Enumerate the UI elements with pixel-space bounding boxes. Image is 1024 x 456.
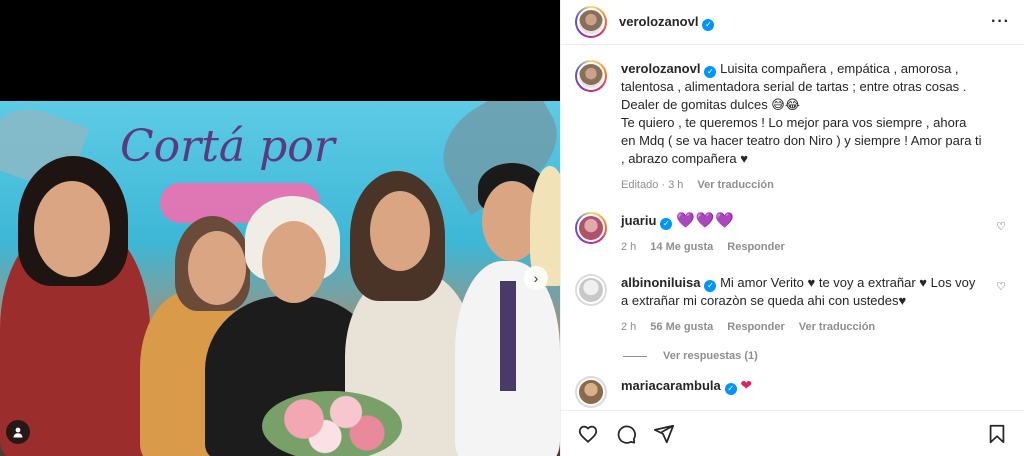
author-avatar[interactable] [575, 60, 607, 92]
comment: albinoniluisa ✓ Mi amor Verito ♥ te voy a… [575, 274, 1010, 336]
bookmark-icon[interactable] [986, 423, 1008, 445]
author-avatar[interactable] [575, 6, 607, 38]
comment-time: 2 h [621, 241, 637, 253]
person-face [370, 191, 430, 271]
view-replies[interactable]: Ver respuestas (1) [623, 350, 1010, 362]
caption: verolozanovl ✓ Luisita compañera , empáti… [575, 60, 1010, 194]
comment-icon[interactable] [615, 423, 637, 445]
translate-link[interactable]: Ver traducción [799, 318, 875, 336]
reply-button[interactable]: Responder [727, 318, 784, 336]
comment-meta: 2 h 14 Me gusta Responder [621, 238, 984, 256]
comment-meta: 2 h 56 Me gusta Responder Ver traducción [621, 318, 984, 336]
commenter-avatar[interactable] [575, 212, 607, 244]
comment-likes[interactable]: 14 Me gusta [650, 238, 713, 256]
author-name-wrap: verolozanovl ✓ [619, 13, 715, 31]
verified-icon: ✓ [704, 66, 717, 78]
translate-link[interactable]: Ver traducción [697, 176, 773, 194]
verified-icon: ✓ [702, 19, 715, 31]
commenter-avatar[interactable] [575, 376, 607, 408]
caption-username[interactable]: verolozanovl [621, 61, 700, 76]
person-face [188, 231, 246, 305]
person-face [262, 221, 326, 303]
tie [500, 281, 516, 391]
caption-meta: Editado · 3 h Ver traducción [621, 176, 984, 194]
comment-username[interactable]: albinoniluisa [621, 275, 700, 290]
post-photo: Cortá por [0, 101, 560, 456]
comment-likes[interactable]: 56 Me gusta [650, 318, 713, 336]
next-icon[interactable]: › [524, 266, 548, 290]
view-replies-label[interactable]: Ver respuestas (1) [663, 350, 758, 362]
verified-icon: ✓ [660, 218, 673, 230]
comment: mariacarambula ✓ ❤ [575, 376, 1010, 408]
comment-username[interactable]: juariu [621, 213, 656, 228]
heart-icon[interactable]: ♡ [996, 220, 1006, 233]
edited-time: Editado · 3 h [621, 179, 684, 191]
heart-icon[interactable]: ♡ [996, 280, 1006, 293]
set-banner-text: Cortá por [120, 121, 335, 172]
comment: juariu ✓ 💜💜💜 2 h 14 Me gusta Responder ♡ [575, 212, 1010, 256]
author-username[interactable]: verolozanovl [619, 14, 698, 29]
caption-text-2: Te quiero , te queremos ! Lo mejor para … [621, 115, 982, 166]
reply-button[interactable]: Responder [727, 238, 784, 256]
person-face [34, 181, 110, 277]
action-bar [561, 410, 1024, 456]
verified-icon: ✓ [704, 280, 717, 292]
verified-icon: ✓ [724, 383, 737, 395]
more-icon[interactable]: ··· [991, 13, 1010, 31]
heart-icon[interactable] [577, 423, 599, 445]
commenter-avatar[interactable] [575, 274, 607, 306]
comment-text: ❤ [740, 377, 753, 393]
comment-username[interactable]: mariacarambula [621, 378, 721, 393]
comment-text: 💜💜💜 [676, 212, 736, 229]
post-panel: verolozanovl ✓ ··· verolozanovl ✓ Luisita … [560, 0, 1024, 456]
comments-list[interactable]: verolozanovl ✓ Luisita compañera , empáti… [561, 46, 1024, 410]
replies-divider [623, 355, 647, 357]
share-icon[interactable] [653, 423, 675, 445]
post-media[interactable]: Cortá por › [0, 0, 560, 456]
flower-bouquet [262, 391, 402, 456]
comment-time: 2 h [621, 321, 637, 333]
post-header: verolozanovl ✓ ··· [561, 0, 1024, 45]
tag-icon[interactable] [6, 420, 30, 444]
